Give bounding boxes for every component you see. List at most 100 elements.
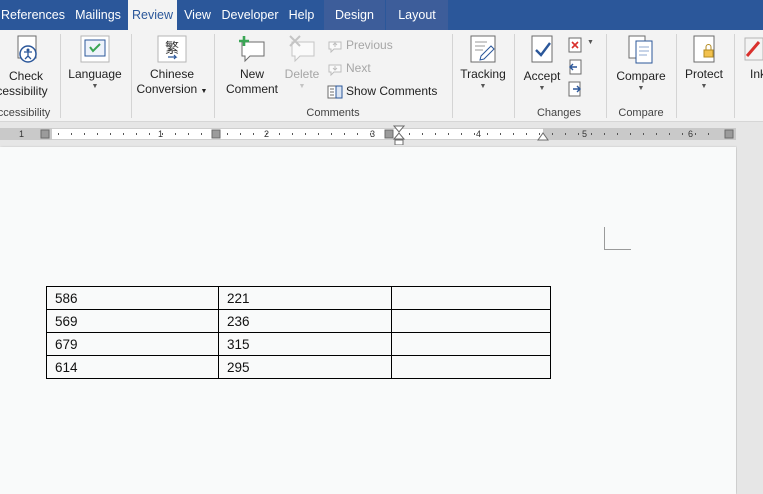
ruler-tick bbox=[331, 133, 332, 135]
ruler-tick bbox=[552, 133, 553, 135]
ruler-tick bbox=[318, 133, 319, 135]
table-cell[interactable]: 586 bbox=[46, 286, 219, 310]
table-cell[interactable]: 679 bbox=[46, 332, 219, 356]
column-marker-icon[interactable] bbox=[724, 129, 734, 139]
table-cell[interactable]: 614 bbox=[46, 355, 219, 379]
changes-group-label: Changes bbox=[536, 107, 582, 119]
next-change-icon[interactable] bbox=[567, 81, 583, 97]
ruler-tick bbox=[175, 133, 176, 135]
ruler-tick bbox=[448, 133, 449, 135]
group-separator bbox=[734, 34, 735, 118]
check-accessibility-button[interactable]: Check ccessibility bbox=[0, 34, 52, 99]
track-changes-icon bbox=[470, 35, 496, 63]
indent-marker-icon[interactable] bbox=[393, 125, 405, 146]
ruler-tick bbox=[357, 133, 358, 135]
chinese-conversion-button[interactable]: 繁 Chinese Conversion ▼ bbox=[134, 34, 210, 99]
ruler-tick bbox=[188, 133, 189, 135]
vertical-scrollbar[interactable] bbox=[737, 145, 763, 494]
reject-change-icon[interactable] bbox=[567, 37, 583, 53]
group-separator bbox=[514, 34, 515, 118]
show-comments-button[interactable]: Show Comments bbox=[327, 81, 437, 101]
chevron-down-icon: ▼ bbox=[298, 83, 306, 90]
ruler-tick bbox=[643, 133, 644, 135]
tab-review[interactable]: Review bbox=[128, 0, 177, 30]
chevron-down-icon: ▼ bbox=[637, 85, 645, 92]
tab-help[interactable]: Help bbox=[283, 0, 320, 30]
table-cell[interactable]: 221 bbox=[218, 286, 392, 310]
table-cell[interactable] bbox=[391, 355, 551, 379]
compare-button[interactable]: Compare ▼ bbox=[610, 34, 672, 93]
ruler-tick bbox=[461, 133, 462, 135]
protect-label: Protect bbox=[684, 67, 723, 81]
ruler-number: 4 bbox=[476, 129, 482, 139]
chinese-conversion-label-1: Chinese bbox=[149, 67, 195, 81]
ink-button[interactable]: Ink bbox=[740, 34, 763, 82]
table-row: 614 295 bbox=[46, 355, 551, 379]
chevron-down-icon[interactable]: ▼ bbox=[587, 39, 594, 46]
previous-change-icon[interactable] bbox=[567, 59, 583, 75]
ruler-tick bbox=[253, 133, 254, 135]
ruler-tick bbox=[279, 133, 280, 135]
previous-comment-button[interactable]: Previous bbox=[327, 35, 393, 55]
ruler-tick bbox=[409, 133, 410, 135]
ruler-tick bbox=[84, 133, 85, 135]
language-button[interactable]: Language ▼ bbox=[64, 34, 126, 91]
tab-references[interactable]: References bbox=[0, 0, 66, 30]
column-marker-icon[interactable] bbox=[40, 129, 50, 139]
group-separator bbox=[452, 34, 453, 118]
ruler-tick bbox=[500, 133, 501, 135]
ruler-tick bbox=[487, 133, 488, 135]
show-comments-icon bbox=[327, 85, 343, 99]
accept-label: Accept bbox=[523, 69, 561, 83]
next-comment-icon bbox=[328, 64, 342, 77]
ruler-tick bbox=[474, 133, 475, 135]
tracking-button[interactable]: Tracking ▼ bbox=[456, 34, 510, 91]
tab-view[interactable]: View bbox=[179, 0, 216, 30]
data-table[interactable]: 586 221 569 236 679 315 614 295 bbox=[46, 286, 551, 379]
tab-table-design[interactable]: Design bbox=[324, 0, 385, 30]
show-comments-label: Show Comments bbox=[346, 84, 438, 98]
table-row: 586 221 bbox=[46, 286, 551, 310]
tab-developer[interactable]: Developer bbox=[218, 0, 282, 30]
ruler-tick bbox=[292, 133, 293, 135]
ruler-tick bbox=[630, 133, 631, 135]
comments-group-label: Comments bbox=[306, 107, 360, 119]
table-cell[interactable] bbox=[391, 309, 551, 333]
ruler-tick bbox=[201, 133, 202, 135]
table-cell[interactable]: 236 bbox=[218, 309, 392, 333]
group-separator bbox=[676, 34, 677, 118]
tab-mailings[interactable]: Mailings bbox=[69, 0, 127, 30]
ruler-tick bbox=[656, 133, 657, 135]
ruler-tick bbox=[669, 133, 670, 135]
chevron-down-icon: ▼ bbox=[91, 83, 99, 90]
next-comment-label: Next bbox=[346, 61, 371, 75]
tab-table-layout[interactable]: Layout bbox=[386, 0, 448, 30]
table-cell[interactable] bbox=[391, 332, 551, 356]
accept-button[interactable]: Accept ▼ bbox=[518, 34, 566, 93]
next-comment-button[interactable]: Next bbox=[327, 58, 371, 78]
accessibility-group-label: ccessibility bbox=[0, 107, 51, 119]
horizontal-ruler[interactable]: 1 1 2 3 4 5 6 bbox=[0, 123, 763, 146]
column-marker-icon[interactable] bbox=[211, 129, 221, 139]
ink-label: Ink bbox=[750, 67, 763, 81]
delete-comment-button[interactable]: Delete ▼ bbox=[282, 34, 322, 91]
table-cell[interactable]: 315 bbox=[218, 332, 392, 356]
ruler-tick bbox=[435, 133, 436, 135]
chevron-down-icon: ▼ bbox=[700, 83, 708, 90]
ruler-tick bbox=[266, 133, 267, 135]
new-comment-button[interactable]: New Comment bbox=[222, 34, 282, 97]
protect-button[interactable]: Protect ▼ bbox=[680, 34, 728, 91]
chevron-down-icon: ▼ bbox=[538, 85, 546, 92]
table-cell[interactable] bbox=[391, 286, 551, 310]
chinese-conversion-label-2: Conversion ▼ bbox=[136, 82, 208, 96]
table-cell[interactable]: 295 bbox=[218, 355, 392, 379]
ruler-tick bbox=[305, 133, 306, 135]
tracking-label: Tracking bbox=[460, 67, 506, 81]
table-cell[interactable]: 569 bbox=[46, 309, 219, 333]
document-page[interactable]: 586 221 569 236 679 315 614 295 bbox=[0, 147, 736, 494]
ruler-tick bbox=[604, 133, 605, 135]
check-accessibility-label-1: Check bbox=[8, 69, 43, 83]
ruler-tick bbox=[682, 133, 683, 135]
new-comment-label-1: New bbox=[239, 67, 264, 81]
ruler-tick bbox=[227, 133, 228, 135]
